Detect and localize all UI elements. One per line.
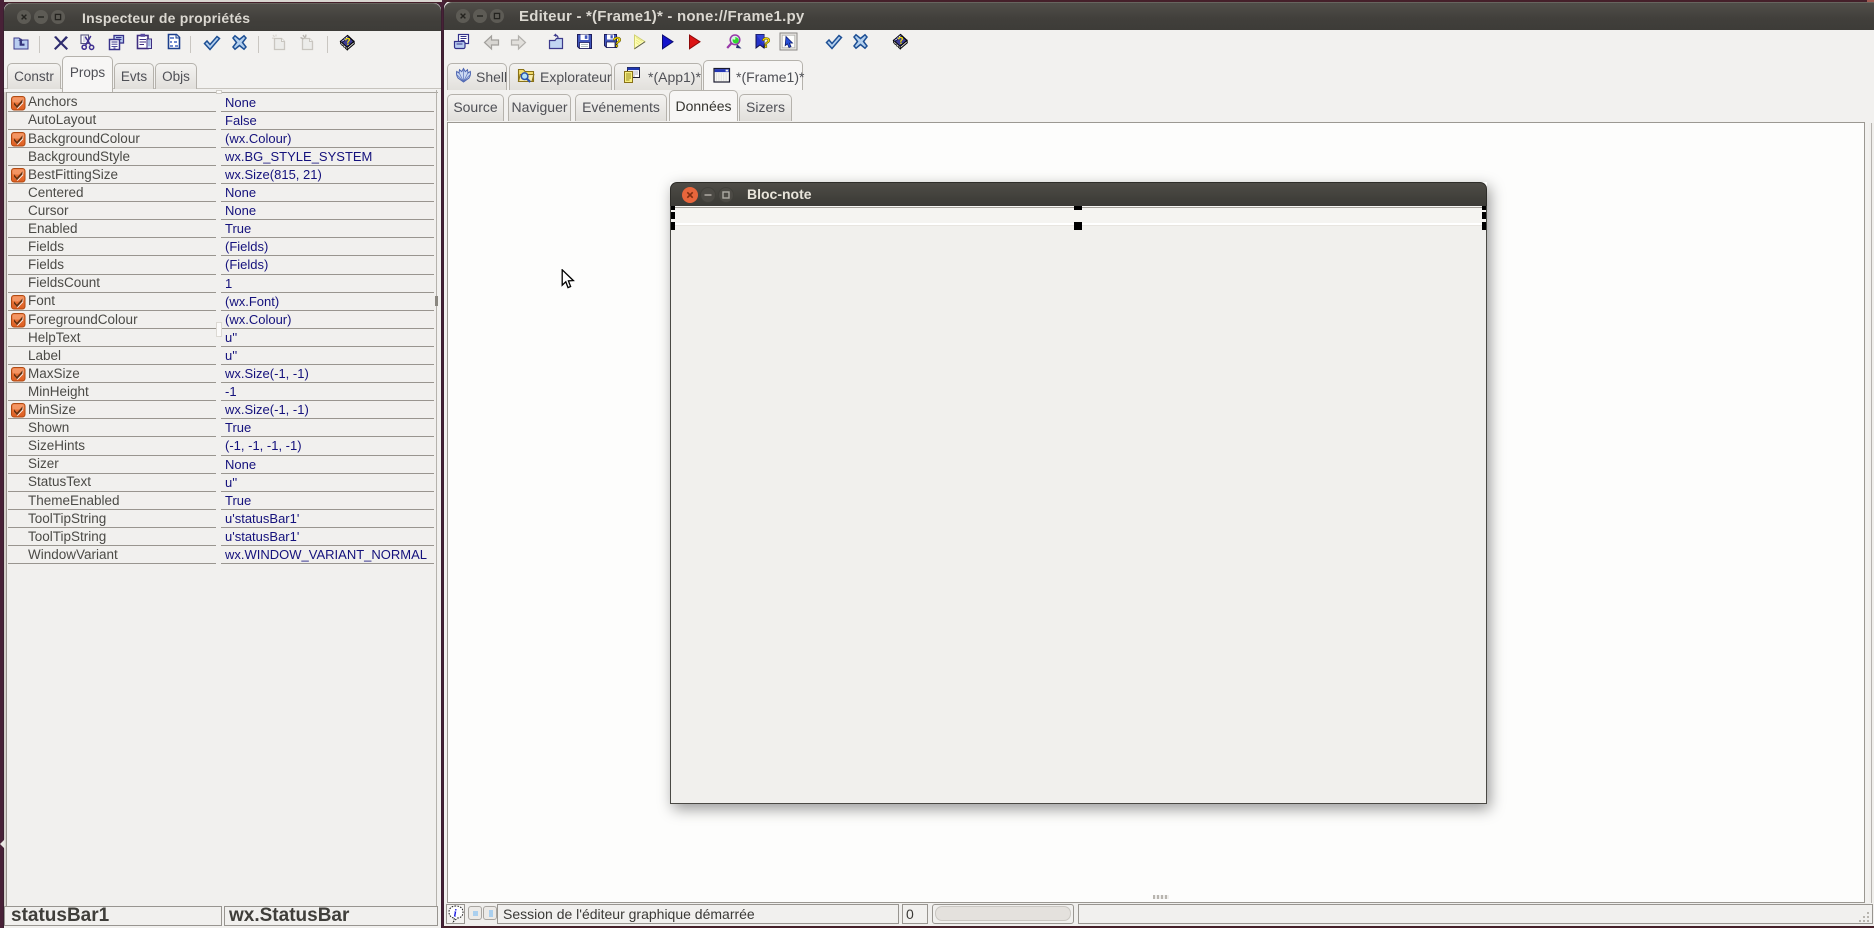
- svg-text:?: ?: [613, 34, 622, 51]
- svg-text:?: ?: [762, 35, 771, 52]
